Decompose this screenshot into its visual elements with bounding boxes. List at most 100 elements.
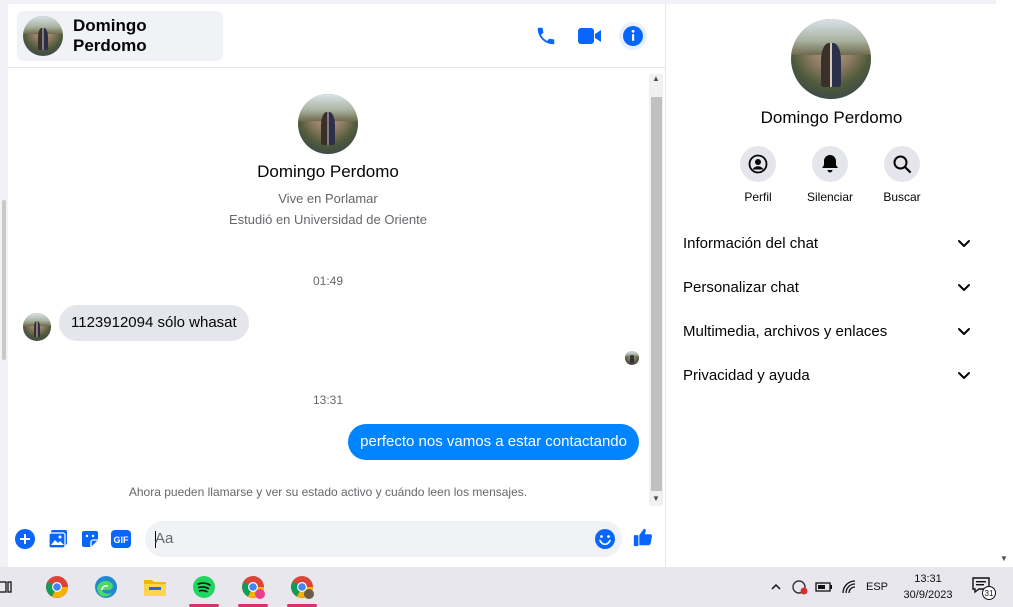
taskbar-spotify[interactable] — [181, 567, 227, 607]
spotify-icon — [193, 576, 215, 598]
activity-notice: Ahora pueden llamarse y ver su estado ac… — [128, 485, 528, 499]
tray-battery[interactable] — [813, 567, 835, 607]
section-label: Multimedia, archivos y enlaces — [683, 322, 888, 340]
intro-lives-in: Vive en Porlamar — [278, 191, 378, 206]
edge-icon — [95, 576, 117, 598]
sender-avatar[interactable] — [23, 313, 51, 341]
video-icon — [578, 28, 601, 44]
scroll-down-arrow[interactable]: ▼ — [649, 492, 663, 506]
send-like-button[interactable] — [632, 526, 654, 548]
emoji-icon — [595, 529, 615, 549]
chrome-icon — [291, 576, 314, 599]
task-view-icon — [0, 581, 12, 593]
show-hidden-icons-button[interactable] — [766, 567, 786, 607]
file-explorer-icon — [144, 580, 166, 596]
page-scroll-down-arrow[interactable]: ▼ — [1000, 554, 1008, 563]
outgoing-message-bubble[interactable]: perfecto nos vamos a estar contactando — [348, 424, 639, 460]
section-label: Privacidad y ayuda — [683, 366, 810, 384]
chat-header: Domingo Perdomo — [8, 4, 666, 68]
taskbar-clock[interactable]: 13:31 30/9/2023 — [893, 571, 963, 603]
tray-network-status[interactable] — [789, 567, 811, 607]
conversation-info-button[interactable] — [619, 22, 647, 50]
conversation-info-panel: Domingo Perdomo Perfil Silenciar Buscar … — [667, 4, 996, 567]
video-call-button[interactable] — [576, 22, 604, 50]
chrome-icon — [46, 576, 68, 598]
attach-image-button[interactable] — [47, 528, 69, 550]
plus-icon — [15, 529, 35, 549]
notification-center-button[interactable]: 31 — [968, 567, 998, 607]
profile-action-circle — [740, 146, 776, 182]
language-indicator[interactable]: ESP — [862, 567, 892, 607]
page-scrollbar[interactable]: ▼ — [996, 0, 1013, 567]
info-avatar — [791, 19, 871, 99]
profile-icon — [748, 154, 768, 174]
network-error-icon — [792, 580, 808, 595]
taskbar-chrome[interactable] — [34, 567, 80, 607]
incoming-message-bubble[interactable]: 1123912094 sólo whasat — [59, 305, 249, 341]
battery-icon — [815, 582, 832, 592]
chat-panel: Domingo Perdomo Domingo Perdomo Vive en … — [8, 4, 666, 567]
chevron-down-icon — [958, 372, 970, 379]
tray-wifi[interactable] — [838, 567, 860, 607]
chevron-down-icon — [958, 328, 970, 335]
left-scrollbar[interactable] — [2, 200, 6, 360]
message-timestamp: 13:31 — [312, 393, 344, 407]
phone-icon — [537, 27, 555, 45]
taskbar-file-explorer[interactable] — [132, 567, 178, 607]
profile-action-label: Perfil — [744, 190, 772, 204]
taskbar-chrome-profile-1[interactable] — [230, 567, 276, 607]
search-action[interactable]: Buscar — [867, 146, 937, 204]
mute-action-label: Silenciar — [806, 190, 854, 204]
search-action-circle — [884, 146, 920, 182]
intro-studied-at: Estudió en Universidad de Oriente — [228, 212, 427, 227]
left-window-edge — [0, 0, 8, 567]
section-customize-chat[interactable]: Personalizar chat — [675, 267, 980, 307]
taskbar-chrome-profile-2[interactable] — [279, 567, 325, 607]
profile-action[interactable]: Perfil — [723, 146, 793, 204]
scroll-up-arrow[interactable]: ▲ — [649, 72, 663, 86]
more-actions-button[interactable] — [14, 528, 36, 550]
screen: Domingo Perdomo Domingo Perdomo Vive en … — [0, 0, 1013, 607]
mute-action-circle — [812, 146, 848, 182]
message-scrollbar-thumb[interactable] — [651, 97, 662, 491]
like-icon — [633, 528, 653, 547]
clock-time: 13:31 — [914, 573, 942, 585]
contact-header-button[interactable]: Domingo Perdomo — [17, 11, 223, 61]
info-icon — [623, 26, 643, 46]
windows-taskbar: ESP 13:31 30/9/2023 31 — [0, 567, 1013, 607]
search-action-label: Buscar — [883, 190, 921, 204]
section-media-files-links[interactable]: Multimedia, archivos y enlaces — [675, 311, 980, 351]
info-contact-name: Domingo Perdomo — [760, 108, 903, 127]
message-composer: GIF Aa — [8, 514, 666, 564]
audio-call-button[interactable] — [532, 22, 560, 50]
mute-action[interactable]: Silenciar — [795, 146, 865, 204]
section-chat-info[interactable]: Información del chat — [675, 223, 980, 263]
chevron-up-icon — [771, 583, 781, 590]
taskbar-edge[interactable] — [83, 567, 129, 607]
svg-text:GIF: GIF — [114, 535, 130, 545]
notification-count: 31 — [985, 589, 994, 598]
emoji-button[interactable] — [594, 528, 616, 550]
contact-avatar — [23, 16, 63, 56]
message-input[interactable]: Aa — [145, 521, 622, 557]
search-icon — [893, 155, 912, 174]
chrome-icon — [242, 576, 265, 599]
gif-icon: GIF — [111, 530, 131, 548]
section-label: Personalizar chat — [683, 278, 799, 296]
section-privacy-help[interactable]: Privacidad y ayuda — [675, 355, 980, 395]
chevron-down-icon — [958, 240, 970, 247]
message-list[interactable]: Domingo Perdomo Vive en Porlamar Estudió… — [8, 69, 648, 507]
message-timestamp: 01:49 — [312, 274, 344, 288]
wifi-icon — [842, 580, 856, 594]
clock-date: 30/9/2023 — [903, 589, 953, 601]
contact-name: Domingo Perdomo — [73, 16, 147, 55]
section-label: Información del chat — [683, 234, 819, 252]
sticker-button[interactable] — [79, 528, 101, 550]
task-view-button[interactable] — [0, 567, 20, 607]
seen-indicator-avatar — [625, 351, 639, 365]
chevron-down-icon — [958, 284, 970, 291]
sticker-icon — [82, 531, 98, 547]
gif-button[interactable]: GIF — [110, 528, 132, 550]
intro-contact-name: Domingo Perdomo — [257, 162, 399, 181]
intro-avatar — [298, 94, 358, 154]
